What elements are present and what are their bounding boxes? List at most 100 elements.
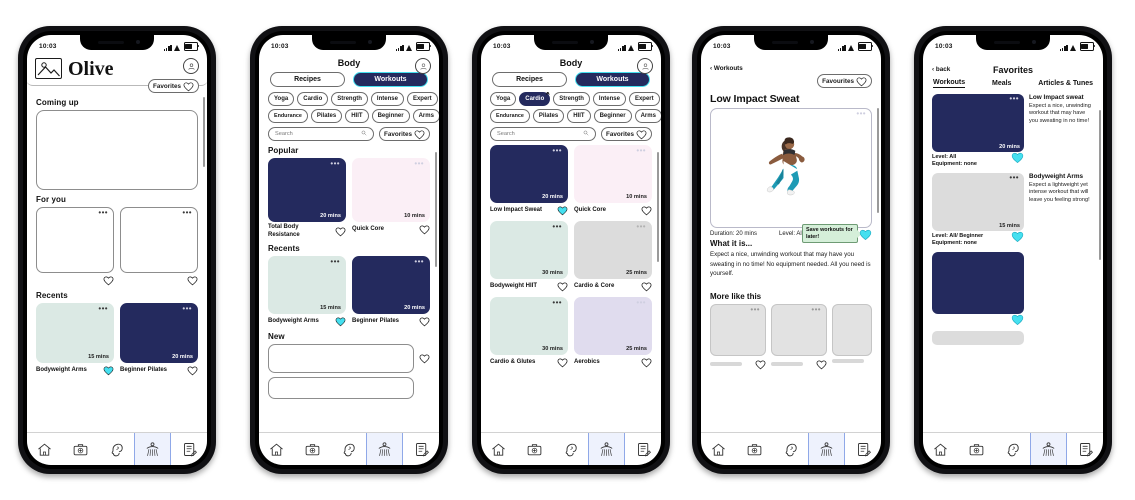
- favourites-button[interactable]: Favourites: [817, 74, 872, 88]
- heart-icon[interactable]: [557, 205, 568, 216]
- result-card-4[interactable]: ••• 25 mins Cardio & Core: [574, 221, 652, 292]
- heart-icon[interactable]: [335, 316, 346, 327]
- more-icon[interactable]: •••: [414, 258, 424, 266]
- more-icon[interactable]: •••: [552, 223, 562, 231]
- search-input[interactable]: Search: [268, 127, 374, 141]
- nav-item-body[interactable]: [133, 433, 172, 465]
- more-icon[interactable]: •••: [330, 258, 340, 266]
- nav-item-mind[interactable]: [772, 433, 808, 465]
- chip-pilates[interactable]: Pilates: [310, 109, 343, 123]
- nav-item-body[interactable]: [365, 433, 404, 465]
- nav-item-home[interactable]: [259, 433, 295, 465]
- nav-item-body[interactable]: [587, 433, 626, 465]
- nav-item-medkit[interactable]: [63, 433, 99, 465]
- favorite-item[interactable]: ••• 15 mins Bodyweight Arms Expect a lig…: [932, 173, 1094, 231]
- nav-item-medkit[interactable]: [295, 433, 331, 465]
- more-card-2[interactable]: •••: [771, 303, 827, 370]
- nav-item-home[interactable]: [481, 433, 517, 465]
- nav-item-notes[interactable]: [1067, 433, 1103, 465]
- tab-articles-tunes[interactable]: Articles & Tunes: [1038, 80, 1093, 88]
- heart-icon[interactable]: [335, 226, 346, 237]
- nav-item-medkit[interactable]: [737, 433, 773, 465]
- more-card-3[interactable]: [832, 303, 872, 370]
- favorites-button[interactable]: Favorites: [379, 127, 430, 141]
- search-input[interactable]: Search: [490, 127, 596, 141]
- favorite-item[interactable]: ••• 20 mins Low Impact sweat Expect a ni…: [932, 94, 1094, 152]
- video-player[interactable]: •••: [710, 108, 872, 228]
- new-card-1[interactable]: [268, 344, 414, 373]
- tab-meals[interactable]: Meals: [992, 80, 1011, 88]
- tab-recipes[interactable]: Recipes: [492, 72, 567, 87]
- popular-card-2[interactable]: ••• 10 mins Quick Core: [352, 158, 430, 239]
- chip-endurance[interactable]: Endurance: [490, 109, 530, 123]
- popular-card-1[interactable]: ••• 20 mins Total Body Resistance: [268, 158, 346, 239]
- chip-arms[interactable]: Arms: [634, 109, 661, 123]
- recents-card-1[interactable]: ••• 15 mins Bodyweight Arms: [36, 303, 114, 376]
- nav-item-mind[interactable]: [552, 433, 588, 465]
- result-card-3[interactable]: ••• 30 mins Bodyweight HIIT: [490, 221, 568, 292]
- tab-workouts[interactable]: Workouts: [575, 72, 650, 87]
- back-link[interactable]: ‹ Workouts: [710, 65, 743, 72]
- chip-beginner[interactable]: Beginner: [371, 109, 410, 123]
- more-icon[interactable]: •••: [750, 305, 760, 313]
- avatar[interactable]: [415, 58, 431, 74]
- chip-cardio-selected[interactable]: Cardio ✕: [519, 92, 551, 106]
- recents-card-2[interactable]: ••• 20 mins Beginner Pilates: [120, 303, 198, 376]
- more-icon[interactable]: •••: [552, 147, 562, 155]
- tab-workouts[interactable]: Workouts: [353, 72, 428, 87]
- more-icon[interactable]: •••: [636, 147, 646, 155]
- tab-workouts[interactable]: Workouts: [933, 79, 966, 88]
- tab-recipes[interactable]: Recipes: [270, 72, 345, 87]
- more-icon[interactable]: •••: [182, 209, 192, 217]
- chip-yoga[interactable]: Yoga: [268, 92, 295, 106]
- nav-item-mind[interactable]: [98, 433, 134, 465]
- nav-item-medkit[interactable]: [517, 433, 553, 465]
- heart-icon[interactable]: [557, 281, 568, 292]
- scrollbar[interactable]: [657, 152, 659, 262]
- more-icon[interactable]: •••: [98, 209, 108, 217]
- nav-item-mind[interactable]: [330, 433, 366, 465]
- chip-intense[interactable]: Intense: [370, 92, 404, 106]
- nav-item-medkit[interactable]: [959, 433, 995, 465]
- more-icon[interactable]: •••: [414, 160, 424, 168]
- heart-icon[interactable]: [859, 228, 872, 241]
- avatar[interactable]: [183, 58, 199, 74]
- chip-intense[interactable]: Intense: [592, 92, 626, 106]
- scrollbar[interactable]: [203, 97, 205, 167]
- heart-icon[interactable]: [641, 205, 652, 216]
- nav-item-notes[interactable]: [625, 433, 661, 465]
- avatar[interactable]: [637, 58, 653, 74]
- for-you-card-1[interactable]: •••: [36, 207, 114, 286]
- nav-item-mind[interactable]: [994, 433, 1030, 465]
- more-icon[interactable]: •••: [811, 305, 821, 313]
- more-icon[interactable]: •••: [636, 223, 646, 231]
- heart-icon[interactable]: [419, 224, 430, 235]
- scrollbar[interactable]: [877, 108, 879, 213]
- favorite-item[interactable]: [932, 252, 1094, 314]
- nav-item-home[interactable]: [701, 433, 737, 465]
- heart-icon[interactable]: [1011, 313, 1024, 326]
- x-icon[interactable]: ✕: [545, 92, 550, 97]
- heart-icon[interactable]: [103, 365, 114, 376]
- heart-icon[interactable]: [755, 359, 766, 370]
- result-card-5[interactable]: ••• 30 mins Cardio & Glutes: [490, 297, 568, 368]
- result-card-1[interactable]: ••• 20 mins Low Impact Sweat: [490, 145, 568, 216]
- nav-item-notes[interactable]: [845, 433, 881, 465]
- favorite-item-partial[interactable]: [932, 331, 1024, 345]
- favorites-button[interactable]: Favorites: [601, 127, 652, 141]
- chip-strength[interactable]: Strength: [553, 92, 590, 106]
- chip-hiit[interactable]: HIIT: [345, 109, 369, 123]
- nav-item-home[interactable]: [923, 433, 959, 465]
- heart-icon[interactable]: [641, 281, 652, 292]
- heart-icon[interactable]: [641, 357, 652, 368]
- chip-expert[interactable]: Expert: [628, 92, 660, 106]
- scrollbar[interactable]: [435, 152, 437, 267]
- heart-icon[interactable]: [1011, 230, 1024, 243]
- coming-up-banner[interactable]: [36, 110, 198, 190]
- chip-pilates[interactable]: Pilates: [532, 109, 565, 123]
- chip-strength[interactable]: Strength: [331, 92, 368, 106]
- more-icon[interactable]: •••: [330, 160, 340, 168]
- favorites-button[interactable]: Favorites: [148, 79, 199, 93]
- heart-icon[interactable]: [419, 353, 430, 364]
- chip-yoga[interactable]: Yoga: [490, 92, 517, 106]
